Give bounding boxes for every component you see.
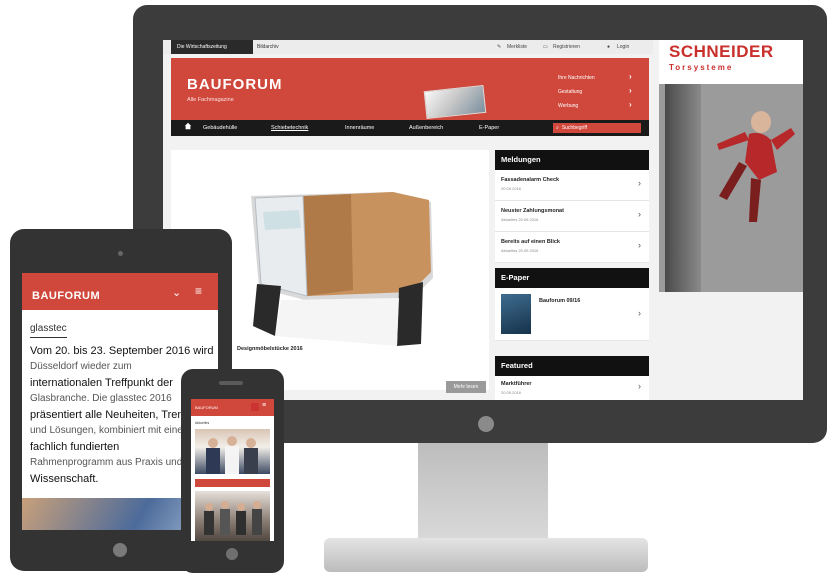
epaper-title: Bauforum 09/16 [539, 298, 581, 304]
chevron-right-icon[interactable]: › [629, 100, 632, 109]
chevron-right-icon: › [638, 308, 641, 318]
header-link-1[interactable]: Ihre Nachrichten [558, 75, 595, 81]
phone-speaker [219, 381, 243, 385]
site-logo[interactable]: BAUFORUM [187, 76, 283, 93]
article-line: internationalen Treffpunkt der [30, 377, 173, 389]
phone-screen: BAUFORUM ≡ Aktuelles [191, 399, 274, 541]
list-item[interactable]: Bereits auf einen Blick Aktuelles 20.09.… [495, 232, 649, 263]
article-line: Wissenschaft. [30, 473, 99, 485]
nav-item-1[interactable]: Gebäudehülle [203, 120, 237, 136]
chevron-right-icon[interactable]: › [629, 86, 632, 95]
article-line: Vom 20. bis 23. September 2016 wird [30, 345, 214, 357]
ad-subtitle: Torsysteme [669, 63, 734, 72]
pencil-icon[interactable]: ✎ [497, 40, 501, 54]
read-more-button[interactable]: Mehr lesen [446, 381, 486, 393]
featured-date: 20.09.2016 [501, 390, 522, 395]
site-subtitle[interactable]: Alle Fachmagazine [187, 97, 234, 103]
group-photo [206, 436, 258, 474]
meldung-date: Aktuelles 20.09.2016 [501, 217, 539, 222]
phone-logo[interactable]: BAUFORUM [195, 405, 218, 410]
tablet-camera [118, 251, 123, 256]
login-link[interactable]: Login [617, 40, 629, 54]
phone-photo-people[interactable] [195, 429, 270, 474]
article-line: fachlich fundierten [30, 441, 120, 453]
list-item[interactable]: Marktführer 20.09.2016 › [495, 376, 649, 400]
header-link-2[interactable]: Gestaltung [558, 89, 582, 95]
meldung-date: 20.09.2016 [501, 186, 522, 191]
advertisement-banner[interactable]: SCHNEIDER Torsysteme [659, 40, 803, 292]
group-photo [204, 501, 262, 535]
article-line: Rahmenprogramm aus Praxis und [30, 457, 183, 468]
search-input[interactable]: ⌕ Suchbegriff [553, 123, 641, 133]
meldung-title: Bereits auf einen Blick [501, 239, 560, 245]
register-icon[interactable]: ▭ [543, 40, 548, 54]
nav-item-5[interactable]: E-Paper [479, 120, 499, 136]
article-kicker: glasstec [30, 321, 67, 338]
epaper-cover-thumbnail [501, 294, 531, 334]
list-item[interactable]: Neuster Zahlungsmonat Aktuelles 20.09.20… [495, 201, 649, 232]
monitor-logo-dot [478, 416, 494, 432]
tab-wirtschaftszeitung[interactable]: Die Wirtschaftszeitung [171, 40, 253, 54]
phone-photo-group[interactable] [195, 491, 270, 541]
search-icon: ⌕ [556, 125, 559, 131]
meldungen-heading: Meldungen [495, 150, 649, 170]
meldung-title: Fassadenalarm Check [501, 177, 560, 183]
epaper-heading: E-Paper [495, 268, 649, 288]
chevron-right-icon: › [638, 178, 641, 188]
home-icon[interactable] [184, 122, 192, 130]
meldung-date: Aktuelles 20.09.2016 [501, 248, 539, 253]
top-utility-bar: Die Wirtschaftszeitung Bildarchiv ✎ Merk… [163, 40, 653, 54]
user-icon[interactable]: ● [607, 40, 610, 54]
chevron-right-icon: › [638, 381, 641, 391]
meldung-title: Neuster Zahlungsmonat [501, 208, 564, 214]
epaper-item[interactable]: Bauforum 09/16 › [495, 288, 649, 341]
article-line: Glasbranche. Die glasstec 2016 [30, 393, 172, 404]
header-link-3[interactable]: Werbung [558, 103, 578, 109]
featured-heading: Featured [495, 356, 649, 376]
monitor-stand-base [324, 538, 648, 572]
ad-title: SCHNEIDER [669, 42, 774, 61]
chevron-right-icon: › [638, 209, 641, 219]
merkliste-link[interactable]: Merkliste [507, 40, 527, 54]
article-line: Düsseldorf wieder zum [30, 361, 132, 372]
search-icon[interactable] [251, 403, 259, 411]
phone-section-label: Aktuelles [195, 421, 210, 425]
nav-item-4[interactable]: Außenbereich [409, 120, 443, 136]
tab-bildarchiv[interactable]: Bildarchiv [251, 40, 285, 54]
nav-item-3[interactable]: Innenräume [345, 120, 374, 136]
search-placeholder: Suchbegriff [561, 125, 588, 131]
phone-home-button[interactable] [226, 548, 238, 560]
chevron-right-icon[interactable]: › [629, 72, 632, 81]
chevron-down-icon[interactable]: ⌄ [172, 286, 181, 299]
chevron-right-icon: › [638, 240, 641, 250]
hamburger-menu-icon[interactable]: ≡ [262, 402, 266, 409]
monitor-stand-neck [418, 443, 548, 541]
desktop-screen: Die Wirtschaftszeitung Bildarchiv ✎ Merk… [163, 40, 803, 400]
ad-door-image [665, 84, 701, 292]
featured-title: Marktführer [501, 381, 532, 387]
article-line: präsentiert alle Neuheiten, Trends [30, 409, 196, 421]
tablet-home-button[interactable] [113, 543, 127, 557]
hero-caption[interactable]: Designmöbelstücke 2016 [237, 346, 303, 352]
hamburger-menu-icon[interactable]: ≡ [195, 284, 202, 298]
register-link[interactable]: Registrieren [553, 40, 580, 54]
nav-item-2[interactable]: Schiebetechnik [271, 120, 308, 136]
ad-climber-figure [717, 111, 795, 222]
phone-red-divider [195, 479, 270, 487]
article-line: und Lösungen, kombiniert mit einem [30, 425, 192, 436]
list-item[interactable]: Fassadenalarm Check 20.09.2016 › [495, 170, 649, 201]
tablet-logo[interactable]: BAUFORUM [32, 290, 100, 302]
